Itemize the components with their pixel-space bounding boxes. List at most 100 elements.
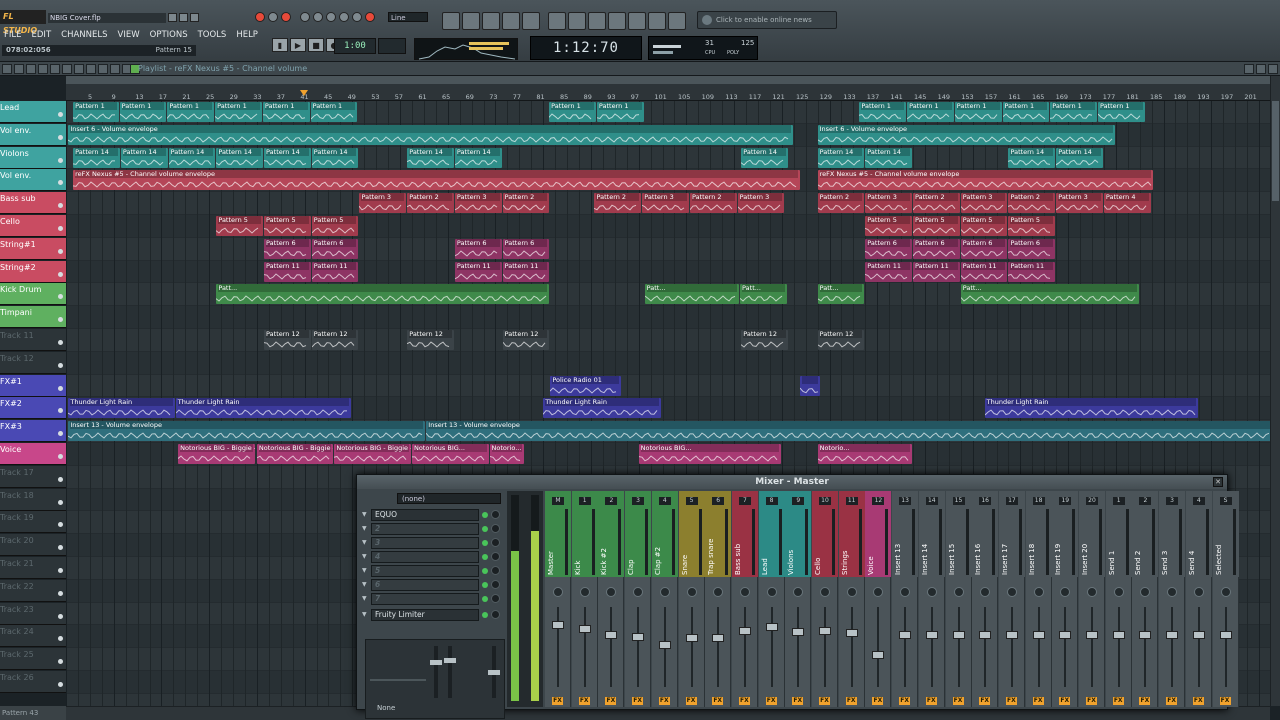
fx-enable-icon[interactable]: FX xyxy=(899,697,911,705)
fx-slot[interactable]: ▼ 3 xyxy=(361,537,505,549)
vertical-scrollbar[interactable] xyxy=(1270,76,1280,706)
fx-enable-icon[interactable]: FX xyxy=(1219,697,1231,705)
fx-slot-name[interactable]: 7 xyxy=(371,593,479,605)
track-led-icon[interactable] xyxy=(58,112,63,117)
playlist-clip[interactable]: Pattern 2 xyxy=(594,193,642,214)
slot-enable-icon[interactable] xyxy=(482,582,488,588)
track-header[interactable]: Track 22 xyxy=(0,579,66,602)
track-header[interactable]: Track 20 xyxy=(0,534,66,557)
playlist-clip[interactable]: Insert 13 - Volume envelope xyxy=(68,421,426,442)
slot-menu-icon[interactable]: ▼ xyxy=(362,553,367,560)
track-header[interactable]: Track 25 xyxy=(0,648,66,671)
playlist-clip[interactable]: Pattern 14 xyxy=(168,147,216,168)
pan-knob[interactable] xyxy=(900,587,911,597)
clipboard-icon[interactable] xyxy=(648,12,666,30)
volume-fader[interactable] xyxy=(979,631,992,639)
track-led-icon[interactable] xyxy=(58,294,63,300)
playlist-clip[interactable]: Pattern 14 xyxy=(817,147,865,168)
playlist-clip[interactable]: Pattern 3 xyxy=(642,193,689,214)
playlist-clip[interactable]: Pattern 2 xyxy=(1008,193,1056,214)
record-led-icon[interactable] xyxy=(255,12,265,22)
draw-tool-icon[interactable] xyxy=(26,64,36,74)
pan-knob[interactable] xyxy=(1060,587,1071,597)
slot-menu-icon[interactable]: ▼ xyxy=(362,611,367,618)
volume-fader[interactable] xyxy=(1059,631,1072,639)
playlist-clip[interactable]: Notorious BIG - Biggie - Dead Wro... xyxy=(178,444,255,464)
fx-enable-icon[interactable]: FX xyxy=(845,697,857,705)
playlist-clip[interactable]: Pattern 3 xyxy=(960,193,1008,214)
pan-knob[interactable] xyxy=(873,587,884,597)
playlist-clip[interactable]: Notorious BIG... xyxy=(411,444,489,464)
pan-knob[interactable] xyxy=(659,587,670,597)
mixer-channel[interactable]: 14 Insert 14 FX xyxy=(918,491,945,707)
track-led-icon[interactable] xyxy=(58,682,63,687)
pan-knob[interactable] xyxy=(1033,587,1044,597)
fx-enable-icon[interactable]: FX xyxy=(552,697,563,705)
mixer-icon[interactable] xyxy=(522,12,540,30)
playlist-clip[interactable]: Notorio... xyxy=(817,444,913,464)
menu-help[interactable]: HELP xyxy=(232,29,262,42)
track-header[interactable]: Track 26 xyxy=(0,671,66,693)
fx-slot[interactable]: ▼ Fruity Limiter xyxy=(361,609,505,621)
tools-icon[interactable] xyxy=(608,12,626,30)
track-header[interactable]: Vol env. xyxy=(0,123,66,146)
playlist-clip[interactable]: Pattern 1 xyxy=(310,102,358,122)
mixer-channel[interactable]: 1 Kick FX xyxy=(571,491,598,707)
volume-fader[interactable] xyxy=(925,631,938,639)
playlist-clip[interactable]: Pattern 14 xyxy=(73,147,120,168)
track-lane[interactable] xyxy=(66,329,1270,352)
playlist-clip[interactable]: Patt... xyxy=(960,284,1139,305)
scroll-thumb[interactable] xyxy=(1272,101,1279,201)
pan-knob[interactable] xyxy=(739,587,750,597)
playlist-clip[interactable]: Pattern 11 xyxy=(502,261,550,282)
pan-knob[interactable] xyxy=(1193,587,1204,597)
playlist-clip[interactable]: Pattern 12 xyxy=(741,330,788,350)
playlist-clip[interactable]: Pattern 5 xyxy=(913,216,960,236)
fx-slot[interactable]: ▼ 4 xyxy=(361,551,505,563)
playlist-clip[interactable]: Pattern 1 xyxy=(596,102,644,122)
mixer-channel[interactable]: 2 Kick #2 FX xyxy=(598,491,625,707)
volume-fader[interactable] xyxy=(712,634,725,643)
pan-knob[interactable] xyxy=(980,587,991,597)
volume-fader[interactable] xyxy=(552,621,564,630)
playlist-clip[interactable]: Pattern 14 xyxy=(1056,147,1103,168)
menu-tools[interactable]: TOOLS xyxy=(194,29,231,42)
tempo-display[interactable]: 1:00 xyxy=(334,38,376,54)
playlist-clip[interactable]: Pattern 6 xyxy=(1008,238,1056,259)
volume-fader[interactable] xyxy=(658,640,671,649)
slot-enable-icon[interactable] xyxy=(482,612,488,618)
playlist-clip[interactable]: Pattern 1 xyxy=(1097,102,1145,122)
track-header[interactable]: Lead xyxy=(0,101,66,123)
render-icon[interactable] xyxy=(588,12,606,30)
mixer-channel[interactable]: 4 Send 4 FX xyxy=(1185,491,1212,707)
playlist-clip[interactable]: Pattern 14 xyxy=(216,147,264,168)
volume-fader[interactable] xyxy=(899,631,912,639)
mixer-channel[interactable]: 10 Cello FX xyxy=(812,491,838,707)
track-led-icon[interactable] xyxy=(58,226,63,231)
playlist-clip[interactable]: Pattern 5 xyxy=(960,216,1008,236)
playlist-clip[interactable]: Pattern 11 xyxy=(913,261,960,282)
track-led-icon[interactable] xyxy=(58,408,63,414)
undo-icon[interactable] xyxy=(548,12,566,30)
playlist-clip[interactable]: Pattern 1 xyxy=(549,102,596,122)
playlist-clip[interactable]: Pattern 6 xyxy=(311,238,359,259)
track-lane[interactable] xyxy=(66,306,1270,329)
playlist-clip[interactable]: Pattern 1 xyxy=(859,102,907,122)
mixer-channel[interactable]: 1 Send 1 FX xyxy=(1105,491,1132,707)
fx-enable-icon[interactable]: FX xyxy=(1005,697,1017,705)
playlist-clip[interactable]: Pattern 14 xyxy=(741,147,788,168)
fx-slot-name[interactable]: Fruity Limiter xyxy=(371,609,479,621)
playlist-clip[interactable]: Patt... xyxy=(740,284,787,305)
fx-enable-icon[interactable]: FX xyxy=(578,697,590,705)
track-lane[interactable] xyxy=(66,238,1270,261)
volume-fader[interactable] xyxy=(1219,631,1232,639)
slot-enable-icon[interactable] xyxy=(482,512,488,518)
pan-knob[interactable] xyxy=(1113,587,1124,597)
volume-fader[interactable] xyxy=(872,651,885,659)
playlist-clip[interactable]: Pattern 1 xyxy=(119,102,167,122)
track-header[interactable]: Kick Drum xyxy=(0,283,66,306)
fx-enable-icon[interactable]: FX xyxy=(872,697,884,705)
playlist-clip[interactable]: Pattern 5 xyxy=(216,216,264,236)
magnet-icon[interactable] xyxy=(14,64,24,74)
track-header[interactable]: Vol env. xyxy=(0,169,66,192)
